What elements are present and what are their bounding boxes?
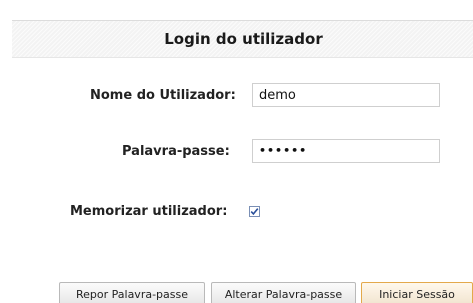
login-panel: Login do utilizador Nome do Utilizador: … bbox=[0, 0, 473, 303]
reset-password-button[interactable]: Repor Palavra-passe bbox=[59, 282, 205, 303]
login-title-bar: Login do utilizador bbox=[12, 20, 473, 58]
remember-user-label: Memorizar utilizador: bbox=[70, 204, 228, 219]
start-session-button[interactable]: Iniciar Sessão bbox=[361, 282, 473, 303]
password-field[interactable]: •••••• bbox=[252, 139, 440, 163]
change-password-button[interactable]: Alterar Palavra-passe bbox=[211, 282, 356, 303]
remember-user-checkbox[interactable] bbox=[249, 206, 260, 217]
password-label: Palavra-passe: bbox=[122, 144, 230, 159]
username-label: Nome do Utilizador: bbox=[90, 88, 236, 103]
checkmark-icon bbox=[250, 208, 259, 216]
username-field[interactable] bbox=[252, 83, 440, 107]
login-title: Login do utilizador bbox=[164, 30, 323, 48]
